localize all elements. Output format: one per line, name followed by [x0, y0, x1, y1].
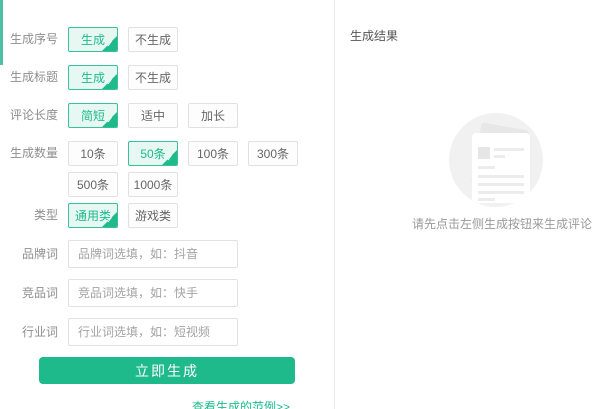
type-option-游戏类[interactable]: 游戏类	[128, 203, 178, 228]
comment-generator-app: 生成序号生成✓不生成生成标题生成✓不生成评论长度简短✓适中加长生成数量10条50…	[0, 0, 600, 409]
brand-label: 品牌词	[0, 240, 58, 268]
quantity-option-100条[interactable]: 100条	[188, 141, 238, 166]
form-row-title: 生成标题生成✓ 不生成	[0, 65, 334, 90]
industry-label: 行业词	[0, 318, 58, 346]
form-row-serial: 生成序号生成✓ 不生成	[0, 27, 334, 52]
paper-sheet-icon	[472, 133, 530, 203]
serial-options: 生成✓ 不生成	[68, 27, 308, 52]
form-panel: 生成序号生成✓不生成生成标题生成✓不生成评论长度简短✓适中加长生成数量10条50…	[0, 0, 334, 409]
form-row-length: 评论长度简短✓ 适中加长	[0, 103, 334, 128]
example-link-row: 查看生成的范例>>	[0, 398, 290, 409]
quantity-option-500条[interactable]: 500条	[68, 172, 118, 197]
quantity-label: 生成数量	[0, 141, 58, 166]
brand-input[interactable]	[68, 240, 238, 268]
competitor-input[interactable]	[68, 279, 238, 307]
form-row-type: 类型通用类✓ 游戏类	[0, 203, 334, 228]
form-row-industry: 行业词	[0, 318, 334, 346]
submit-row: 立即生成	[0, 357, 334, 384]
industry-input[interactable]	[68, 318, 238, 346]
competitor-label: 竞品词	[0, 279, 58, 307]
check-icon: ✓	[162, 150, 177, 165]
quantity-option-10条[interactable]: 10条	[68, 141, 118, 166]
title-option-生成[interactable]: 生成✓	[68, 65, 118, 90]
empty-state-document-icon	[449, 113, 543, 207]
serial-label: 生成序号	[0, 27, 58, 52]
quantity-option-50条[interactable]: 50条✓	[128, 141, 178, 166]
result-panel: 生成结果 请先点击左侧生成按钮来生成评论	[334, 0, 600, 409]
quantity-options: 10条 50条✓ 100条 300条 500条 1000条	[68, 141, 308, 197]
length-options: 简短✓ 适中加长	[68, 103, 308, 128]
form-row-competitor: 竞品词	[0, 279, 334, 307]
type-option-通用类[interactable]: 通用类✓	[68, 203, 118, 228]
check-icon: ✓	[102, 212, 117, 227]
title-options: 生成✓ 不生成	[68, 65, 308, 90]
empty-state-hint-text: 请先点击左侧生成按钮来生成评论	[412, 215, 592, 232]
quantity-option-1000条[interactable]: 1000条	[128, 172, 178, 197]
length-option-简短[interactable]: 简短✓	[68, 103, 118, 128]
type-label: 类型	[0, 203, 58, 228]
check-icon: ✓	[102, 112, 117, 127]
length-label: 评论长度	[0, 103, 58, 128]
length-option-加长[interactable]: 加长	[188, 103, 238, 128]
form-row-quantity: 生成数量 10条 50条✓ 100条 300条 500条 1000条	[0, 141, 334, 197]
form-rows: 生成序号生成✓不生成生成标题生成✓不生成评论长度简短✓适中加长生成数量10条50…	[0, 27, 334, 346]
length-option-适中[interactable]: 适中	[128, 103, 178, 128]
generate-now-button[interactable]: 立即生成	[39, 357, 295, 384]
result-panel-title: 生成结果	[350, 27, 398, 44]
quantity-option-300条[interactable]: 300条	[248, 141, 298, 166]
form-row-brand: 品牌词	[0, 240, 334, 268]
serial-option-生成[interactable]: 生成✓	[68, 27, 118, 52]
title-option-不生成[interactable]: 不生成	[128, 65, 178, 90]
type-options: 通用类✓ 游戏类	[68, 203, 308, 228]
view-examples-link[interactable]: 查看生成的范例>>	[192, 400, 290, 409]
check-icon: ✓	[102, 74, 117, 89]
serial-option-不生成[interactable]: 不生成	[128, 27, 178, 52]
title-label: 生成标题	[0, 65, 58, 90]
check-icon: ✓	[102, 36, 117, 51]
